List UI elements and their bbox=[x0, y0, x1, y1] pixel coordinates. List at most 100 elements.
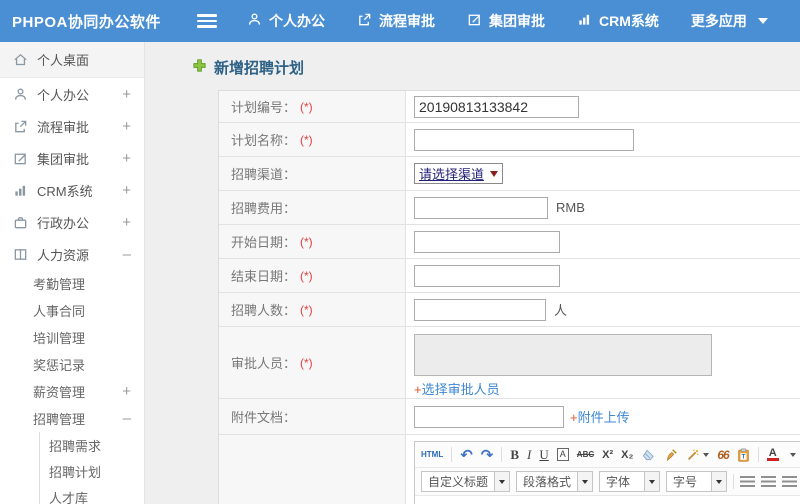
eraser-icon[interactable] bbox=[641, 448, 656, 461]
sidebar-item-talent-pool[interactable]: 人才库 bbox=[40, 484, 144, 504]
subscript-button[interactable]: X₂ bbox=[621, 449, 633, 461]
plan-number-input[interactable] bbox=[414, 95, 579, 118]
sidebar-item-crm[interactable]: CRM系统 + bbox=[0, 174, 144, 206]
italic-button[interactable]: I bbox=[527, 447, 531, 463]
field-label: 审批人员： bbox=[231, 356, 297, 371]
select-approvers-link[interactable]: +选择审批人员 bbox=[414, 379, 500, 398]
sidebar-item-training[interactable]: 培训管理 bbox=[0, 324, 144, 351]
topnav-crm-system[interactable]: CRM系统 bbox=[577, 11, 659, 31]
field-label: 招聘人数： bbox=[231, 303, 297, 318]
form-row-channel: 招聘渠道： 请选择渠道 bbox=[219, 157, 800, 191]
sidebar-item-hr[interactable]: 人力资源 – bbox=[0, 238, 144, 270]
strikethrough-button[interactable]: ABC bbox=[577, 450, 594, 459]
expand-icon: + bbox=[122, 117, 131, 135]
topnav-group-approval[interactable]: 集团审批 bbox=[467, 11, 545, 31]
topnav-more-apps[interactable]: 更多应用 bbox=[691, 11, 768, 31]
sidebar-item-admin-office[interactable]: 行政办公 + bbox=[0, 206, 144, 238]
autoformat-wand-icon[interactable] bbox=[686, 448, 710, 462]
topbar: PHPOA协同办公软件 个人办公 流程审批 集团审批 CRM系统 更多应用 bbox=[0, 0, 800, 42]
collapse-icon: – bbox=[122, 245, 131, 263]
required-marker: (*) bbox=[300, 268, 313, 283]
approvers-textarea[interactable] bbox=[414, 334, 712, 376]
channel-select[interactable]: 请选择渠道 bbox=[414, 163, 504, 184]
sidebar-item-group-approval[interactable]: 集团审批 + bbox=[0, 142, 144, 174]
caret-down-icon bbox=[711, 472, 727, 491]
briefcase-icon bbox=[13, 215, 28, 230]
custom-heading-dropdown[interactable]: 自定义标题 bbox=[421, 471, 511, 492]
topnav-workflow-approval[interactable]: 流程审批 bbox=[357, 11, 435, 31]
channel-select-value: 请选择渠道 bbox=[419, 167, 485, 182]
field-label: 招聘渠道： bbox=[231, 167, 297, 182]
topnav-label: 流程审批 bbox=[379, 13, 435, 29]
home-icon bbox=[13, 52, 28, 67]
font-family-dropdown[interactable]: 字体 bbox=[599, 471, 661, 492]
sidebar-item-workflow-approval[interactable]: 流程审批 + bbox=[0, 110, 144, 142]
caret-down-icon bbox=[494, 472, 510, 491]
align-right-icon[interactable] bbox=[782, 476, 798, 487]
blockquote-button[interactable]: 66 bbox=[717, 448, 729, 462]
chart-icon bbox=[13, 183, 28, 198]
superscript-button[interactable]: X² bbox=[602, 449, 613, 461]
expand-icon: + bbox=[122, 85, 131, 103]
field-label: 计划编号： bbox=[231, 100, 297, 115]
sidebar-item-attendance[interactable]: 考勤管理 bbox=[0, 270, 144, 297]
form-row-cost: 招聘费用： RMB bbox=[219, 191, 800, 225]
cost-input[interactable] bbox=[414, 196, 548, 219]
form-row-headcount: 招聘人数： (*) 人 bbox=[219, 293, 800, 327]
attachment-upload-link[interactable]: +附件上传 bbox=[570, 407, 630, 426]
undo-icon[interactable]: ↶ bbox=[460, 446, 473, 464]
sidebar-item-recruit-plan[interactable]: 招聘计划 bbox=[40, 458, 144, 484]
book-icon bbox=[13, 247, 28, 262]
end-date-input[interactable] bbox=[414, 264, 560, 287]
bold-button[interactable]: B bbox=[510, 447, 519, 463]
paste-text-icon[interactable]: T bbox=[737, 447, 750, 462]
topnav-personal-office[interactable]: 个人办公 bbox=[247, 11, 325, 31]
recruit-submenu: 招聘需求 招聘计划 人才库 bbox=[39, 432, 144, 504]
border-text-button[interactable]: A bbox=[556, 448, 569, 461]
align-center-icon[interactable] bbox=[761, 476, 777, 487]
caret-down-icon bbox=[703, 452, 710, 457]
sidebar-item-recruit-demand[interactable]: 招聘需求 bbox=[40, 432, 144, 458]
plan-name-input[interactable] bbox=[414, 128, 634, 151]
headcount-input[interactable] bbox=[414, 298, 546, 321]
sidebar-item-desktop[interactable]: 个人桌面 bbox=[0, 42, 144, 78]
required-marker: (*) bbox=[300, 99, 313, 114]
person-icon bbox=[13, 87, 28, 102]
expand-icon: + bbox=[122, 213, 131, 231]
underline-button[interactable]: U bbox=[539, 447, 548, 463]
editor-content[interactable] bbox=[415, 496, 800, 504]
hamburger-icon bbox=[197, 14, 217, 17]
paragraph-format-dropdown[interactable]: 段落格式 bbox=[516, 471, 594, 492]
form-row-start-date: 开始日期： (*) bbox=[219, 225, 800, 259]
app-logo: PHPOA协同办公软件 bbox=[12, 13, 161, 31]
form-row-plan-name: 计划名称： (*) bbox=[219, 123, 800, 157]
sidebar-item-salary[interactable]: 薪资管理 + bbox=[0, 378, 144, 405]
editor-toolbar-row2: 自定义标题 段落格式 字体 字号 bbox=[415, 468, 800, 496]
sidebar-item-recruit-mgmt[interactable]: 招聘管理 – bbox=[0, 405, 144, 432]
form-row-attachment: 附件文档： +附件上传 bbox=[219, 399, 800, 435]
redo-icon[interactable]: ↷ bbox=[481, 446, 494, 464]
font-size-dropdown[interactable]: 字号 bbox=[666, 471, 728, 492]
expand-icon: + bbox=[122, 181, 131, 199]
svg-text:T: T bbox=[741, 453, 745, 460]
headcount-unit: 人 bbox=[554, 303, 568, 318]
field-label: 计划名称： bbox=[231, 133, 297, 148]
editor-toolbar-row1: HTML ↶ ↷ B I U A ABC X² X₂ 66 T A bbox=[415, 442, 800, 468]
caret-down-icon bbox=[789, 452, 796, 457]
font-color-button[interactable]: A bbox=[766, 448, 779, 461]
add-icon bbox=[192, 58, 207, 78]
format-brush-icon[interactable] bbox=[664, 448, 678, 462]
html-source-button[interactable]: HTML bbox=[421, 450, 443, 459]
cost-unit: RMB bbox=[556, 200, 585, 215]
page-title: 新增招聘计划 bbox=[214, 60, 305, 77]
align-left-icon[interactable] bbox=[740, 476, 756, 487]
top-menu: 个人办公 流程审批 集团审批 CRM系统 更多应用 bbox=[247, 11, 768, 31]
menu-toggle-button[interactable] bbox=[197, 11, 217, 31]
topnav-label: 集团审批 bbox=[489, 13, 545, 29]
sidebar-item-personal-office[interactable]: 个人办公 + bbox=[0, 78, 144, 110]
sidebar-item-hr-contract[interactable]: 人事合同 bbox=[0, 297, 144, 324]
sidebar-item-rewards[interactable]: 奖惩记录 bbox=[0, 351, 144, 378]
start-date-input[interactable] bbox=[414, 230, 560, 253]
form-row-content-editor: HTML ↶ ↷ B I U A ABC X² X₂ 66 T A 自定义标题 … bbox=[219, 435, 800, 504]
attachment-input[interactable] bbox=[414, 405, 564, 428]
